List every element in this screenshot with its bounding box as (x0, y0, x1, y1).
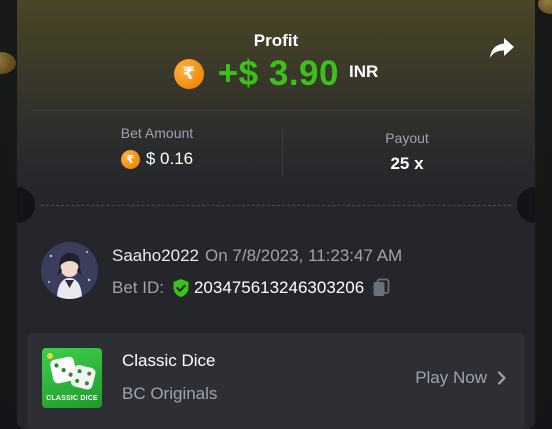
play-now-label: Play Now (415, 368, 487, 387)
bet-detail-card: Profit ₹ +$ 3.90 INR Bet Amount ₹ $ 0.16… (17, 0, 535, 429)
bet-id-label: Bet ID: (112, 278, 164, 297)
game-provider: BC Originals (122, 384, 218, 403)
payout-label: Payout (385, 130, 429, 146)
profit-amount: +$ 3.90 (217, 54, 339, 93)
decorative-coin-icon (0, 52, 16, 74)
bet-amount-stat: Bet Amount ₹ $ 0.16 (57, 125, 257, 169)
share-arrow-icon[interactable] (489, 36, 515, 60)
stat-divider (282, 128, 283, 176)
section-divider (32, 110, 520, 111)
bet-amount-row: ₹ $ 0.16 (57, 149, 257, 169)
play-now-button[interactable]: Play Now (415, 368, 507, 388)
payout-stat: Payout 25 x (307, 130, 507, 174)
avatar[interactable] (41, 242, 98, 299)
payout-value: 25 x (390, 154, 424, 173)
game-card[interactable]: CLASSIC DICE Classic Dice BC Originals P… (27, 333, 525, 429)
verified-shield-icon (173, 279, 189, 297)
username[interactable]: Saaho2022 (112, 246, 199, 265)
classic-dice-thumbnail: CLASSIC DICE (42, 348, 102, 408)
profit-row: ₹ +$ 3.90 INR (17, 54, 535, 94)
rupee-coin-icon: ₹ (173, 59, 204, 89)
user-avatar-illustration (41, 242, 98, 299)
bet-id-line: Bet ID: 203475613246303206 (112, 278, 390, 298)
bet-id-value: 203475613246303206 (193, 278, 365, 297)
ticket-perforation (41, 205, 511, 206)
chevron-right-icon (497, 371, 506, 385)
decorative-coin-icon (538, 0, 552, 14)
bet-amount-label: Bet Amount (120, 125, 194, 141)
game-name: Classic Dice (122, 351, 216, 370)
thumbnail-caption: CLASSIC DICE (46, 395, 98, 402)
bet-datetime: On 7/8/2023, 11:23:47 AM (204, 246, 403, 265)
bet-user-line: Saaho2022 On 7/8/2023, 11:23:47 AM (112, 246, 402, 266)
profit-currency: INR (348, 62, 379, 81)
payout-row: 25 x (307, 154, 507, 174)
rupee-coin-icon: ₹ (120, 149, 140, 169)
copy-icon[interactable] (372, 278, 390, 298)
profit-label: Profit (253, 31, 299, 50)
bet-amount-value: $ 0.16 (145, 149, 194, 168)
